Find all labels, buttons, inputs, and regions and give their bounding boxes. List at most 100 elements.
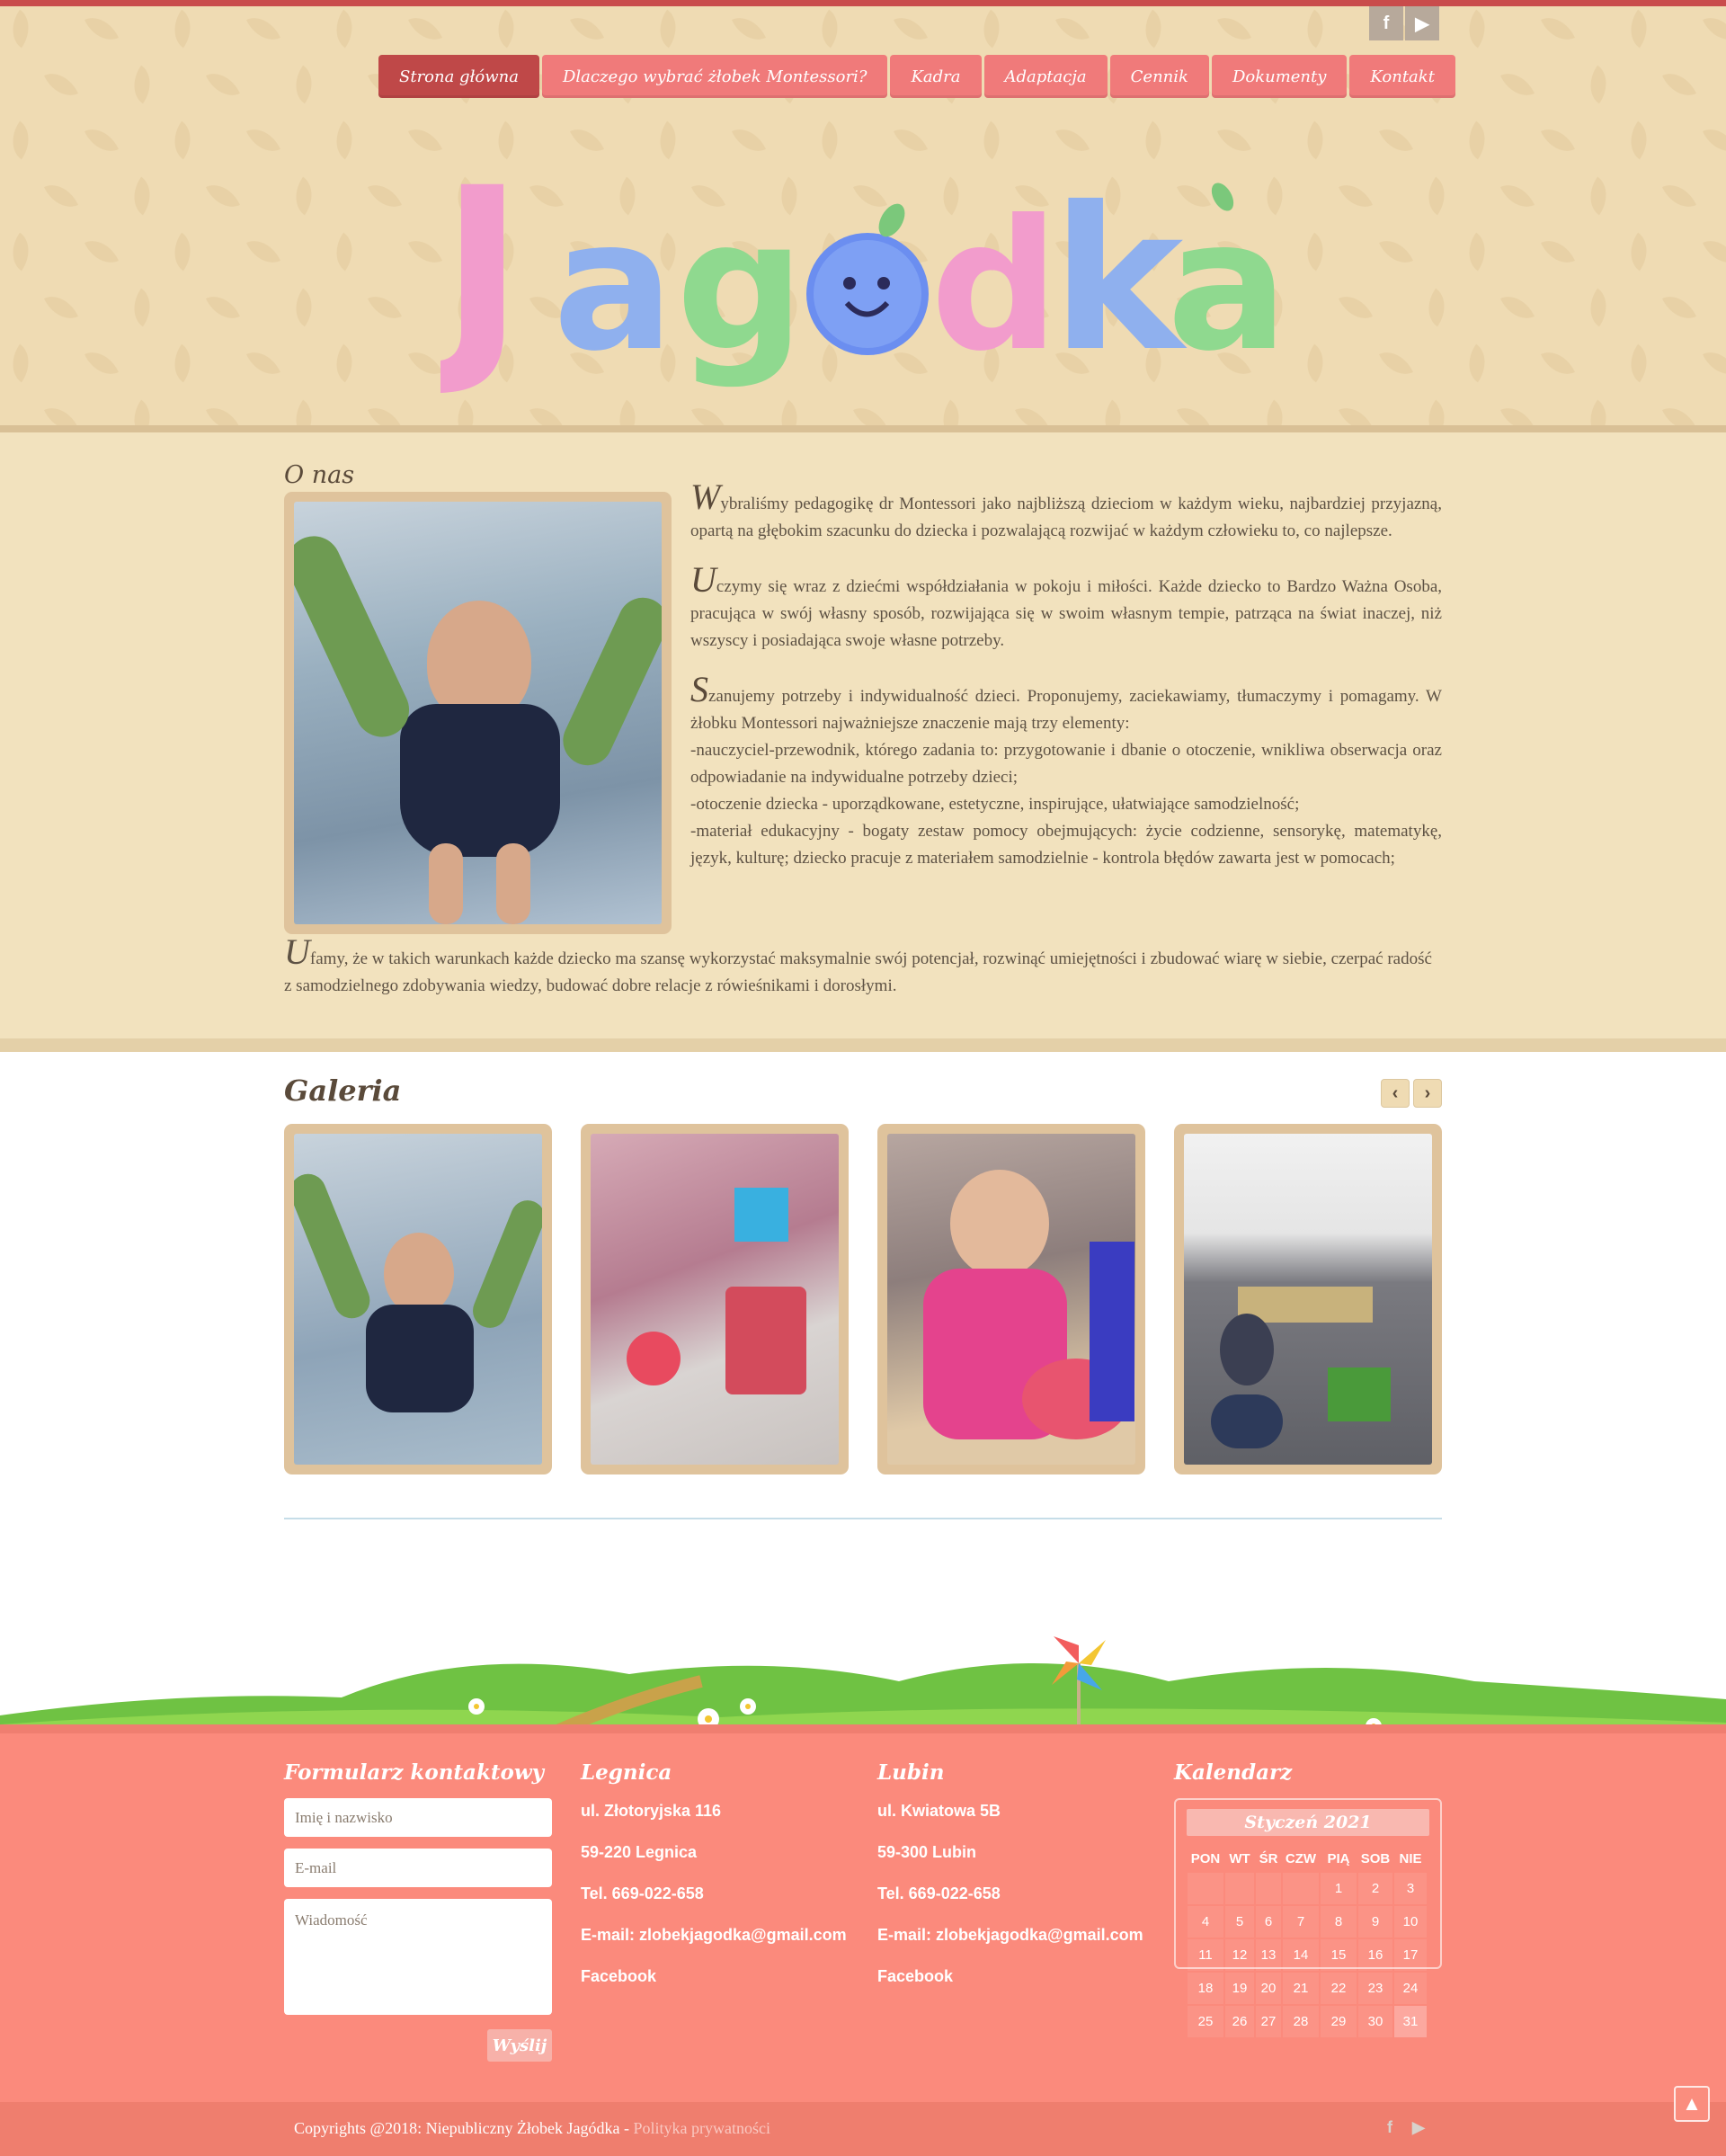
footer: Formularz kontaktowy Imię i nazwisko E-m…: [0, 1724, 1726, 2102]
calendar-day[interactable]: 25: [1188, 2006, 1223, 2037]
calendar-day[interactable]: 12: [1225, 1939, 1254, 1971]
legnica-email[interactable]: E-mail: zlobekjagodka@gmail.com: [581, 1926, 847, 1967]
leaf-decoration: [2, 120, 40, 160]
email-input[interactable]: E-mail: [284, 1849, 552, 1887]
calendar-day[interactable]: 20: [1256, 1973, 1281, 2004]
facebook-icon[interactable]: f: [1369, 6, 1403, 40]
calendar-day[interactable]: 30: [1358, 2006, 1392, 2037]
gallery-item[interactable]: [1174, 1124, 1442, 1474]
legnica-phone[interactable]: Tel. 669-022-658: [581, 1884, 847, 1926]
leaf-decoration: [85, 121, 119, 159]
nav-item-documents[interactable]: Dokumenty: [1211, 55, 1348, 98]
leaf-decoration: [85, 344, 119, 382]
lubin-contact: ul. Kwiatowa 5B 59-300 Lubin Tel. 669-02…: [877, 1802, 1143, 2009]
about-final-paragraph: Ufamy, że w takich warunkach każde dziec…: [284, 934, 1442, 1000]
calendar-day[interactable]: 14: [1283, 1939, 1319, 1971]
lubin-phone[interactable]: Tel. 669-022-658: [877, 1884, 1143, 1926]
gallery-item[interactable]: [284, 1124, 552, 1474]
nav-item-adaptation[interactable]: Adaptacja: [983, 55, 1108, 98]
gallery-photo: [1184, 1134, 1432, 1465]
gallery-item[interactable]: [581, 1124, 849, 1474]
youtube-icon[interactable]: ▶: [1412, 2118, 1425, 2137]
calendar-day[interactable]: 4: [1188, 1906, 1223, 1938]
message-textarea[interactable]: Wiadomość: [284, 1899, 552, 2015]
leaf-decoration: [206, 289, 240, 326]
privacy-policy-link[interactable]: Polityka prywatności: [634, 2119, 770, 2137]
calendar-day: [1283, 1873, 1319, 1904]
leaf-decoration: [1418, 176, 1455, 216]
calendar-day[interactable]: 9: [1358, 1906, 1392, 1938]
about-paragraph-4: famy, że w takich warunkach każde dzieck…: [284, 949, 1432, 995]
leaf-decoration: [1703, 10, 1726, 48]
calendar-day[interactable]: 24: [1394, 1973, 1427, 2004]
nav-item-pricing[interactable]: Cennik: [1109, 55, 1209, 98]
top-border: [0, 0, 1726, 6]
calendar-day[interactable]: 15: [1321, 1939, 1357, 1971]
calendar-weekday: WT: [1229, 1850, 1250, 1866]
chevron-left-icon[interactable]: ‹: [1381, 1079, 1410, 1108]
nav-item-why-montessori[interactable]: Dlaczego wybrać żłobek Montessori?: [541, 55, 888, 98]
calendar-day[interactable]: 7: [1283, 1906, 1319, 1938]
leaf-decoration: [2, 343, 40, 383]
nav-item-contact[interactable]: Kontakt: [1349, 55, 1455, 98]
leaf-decoration: [1703, 121, 1726, 159]
leaf-decoration: [368, 177, 402, 215]
calendar-day[interactable]: 21: [1283, 1973, 1319, 2004]
chevron-right-icon[interactable]: ›: [1413, 1079, 1442, 1108]
leaf-decoration: [368, 289, 402, 326]
leaf-decoration: [325, 232, 363, 272]
leaf-decoration: [325, 120, 363, 160]
calendar-day[interactable]: 8: [1321, 1906, 1357, 1938]
facebook-icon[interactable]: f: [1387, 2118, 1392, 2137]
calendar-day[interactable]: 10: [1394, 1906, 1427, 1938]
leaf-decoration: [1500, 177, 1535, 215]
calendar-day: [1256, 1873, 1281, 1904]
calendar-day[interactable]: 17: [1394, 1939, 1427, 1971]
calendar-day[interactable]: 23: [1358, 1973, 1392, 2004]
nav-item-staff[interactable]: Kadra: [890, 55, 982, 98]
calendar-widget: Styczeń 2021 PON WT ŚR CZW PIĄ SOB NIE 1 2 3 4 5 6 7 8…: [1174, 1798, 1442, 2037]
leaf-decoration: [206, 177, 240, 215]
leaf-decoration: [894, 10, 928, 48]
name-input[interactable]: Imię i nazwisko: [284, 1798, 552, 1837]
legnica-facebook-link[interactable]: Facebook: [581, 1967, 847, 2009]
calendar-day[interactable]: 27: [1256, 2006, 1281, 2037]
calendar-weekday: PIĄ: [1327, 1850, 1350, 1866]
leaf-decoration: [325, 9, 363, 49]
scroll-to-top-button[interactable]: ▲: [1674, 2086, 1710, 2122]
leaf-decoration: [570, 10, 604, 48]
lubin-title: Lubin: [877, 1760, 945, 1785]
leaf-decoration: [285, 176, 323, 216]
calendar-day[interactable]: 31: [1394, 2006, 1427, 2037]
calendar-day[interactable]: 3: [1394, 1873, 1427, 1904]
svg-text:g: g: [676, 182, 805, 391]
calendar-day[interactable]: 1: [1321, 1873, 1357, 1904]
footer-border: [0, 1724, 1726, 1733]
about-section: O nas Wybraliśmy pedagogikę dr Montessor…: [0, 432, 1726, 1038]
leaf-decoration: [285, 65, 323, 104]
calendar-grid: PON WT ŚR CZW PIĄ SOB NIE 1 2 3 4 5 6 7 8 9 10 11 12 13 14 15…: [1187, 1845, 1429, 2038]
calendar-day[interactable]: 16: [1358, 1939, 1392, 1971]
lubin-facebook-link[interactable]: Facebook: [877, 1967, 1143, 2009]
calendar-day[interactable]: 13: [1256, 1939, 1281, 1971]
about-list-item: -nauczyciel-przewodnik, którego zadania …: [690, 741, 1442, 787]
calendar-day[interactable]: 6: [1256, 1906, 1281, 1938]
calendar-day[interactable]: 5: [1225, 1906, 1254, 1938]
calendar-day[interactable]: 11: [1188, 1939, 1223, 1971]
calendar-day[interactable]: 22: [1321, 1973, 1357, 2004]
calendar-day[interactable]: 18: [1188, 1973, 1223, 2004]
calendar-day[interactable]: 28: [1283, 2006, 1319, 2037]
svg-text:J: J: [440, 141, 524, 401]
youtube-icon[interactable]: ▶: [1405, 6, 1439, 40]
leaf-decoration: [1620, 343, 1658, 383]
gallery-item[interactable]: [877, 1124, 1145, 1474]
contact-form-title: Formularz kontaktowy: [284, 1760, 545, 1785]
calendar-day[interactable]: 2: [1358, 1873, 1392, 1904]
calendar-day[interactable]: 26: [1225, 2006, 1254, 2037]
nav-item-home[interactable]: Strona główna: [378, 55, 539, 98]
calendar-day[interactable]: 19: [1225, 1973, 1254, 2004]
calendar-day[interactable]: 29: [1321, 2006, 1357, 2037]
send-button[interactable]: Wyślij: [487, 2029, 552, 2062]
leaf-decoration: [732, 10, 766, 48]
lubin-email[interactable]: E-mail: zlobekjagodka@gmail.com: [877, 1926, 1143, 1967]
